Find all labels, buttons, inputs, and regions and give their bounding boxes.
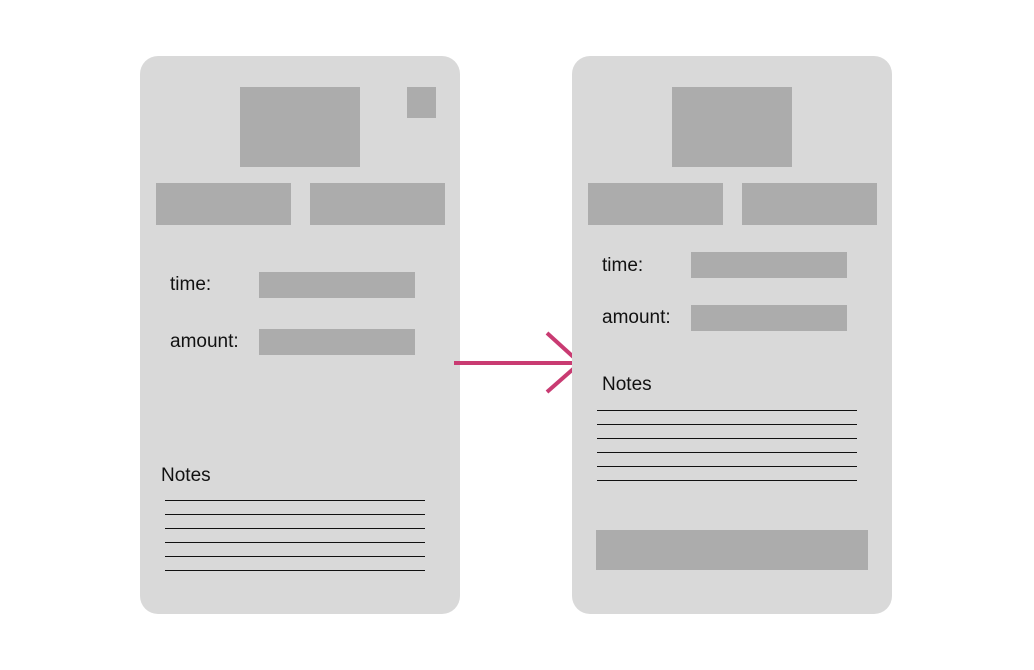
right-screen: time: amount: Notes (572, 56, 892, 614)
left-time-label: time: (170, 274, 212, 295)
left-note-line (165, 514, 425, 515)
left-button-placeholder-2[interactable] (310, 183, 445, 225)
left-note-line (165, 570, 425, 571)
left-button-placeholder-1[interactable] (156, 183, 291, 225)
left-note-line (165, 500, 425, 501)
right-note-line (597, 480, 857, 481)
right-time-field[interactable] (691, 252, 847, 278)
left-time-field[interactable] (259, 272, 415, 298)
right-note-line (597, 424, 857, 425)
left-amount-field[interactable] (259, 329, 415, 355)
right-note-line (597, 452, 857, 453)
right-bottom-button-placeholder[interactable] (596, 530, 868, 570)
right-notes-label: Notes (602, 374, 652, 395)
right-amount-label: amount: (602, 307, 671, 328)
right-note-line (597, 466, 857, 467)
left-corner-icon-placeholder[interactable] (407, 87, 436, 118)
right-button-placeholder-2[interactable] (742, 183, 877, 225)
left-notes-label: Notes (161, 465, 211, 486)
right-button-placeholder-1[interactable] (588, 183, 723, 225)
left-note-line (165, 542, 425, 543)
transition-arrow-icon (454, 331, 584, 394)
left-screen: time: amount: Notes (140, 56, 460, 614)
right-time-label: time: (602, 255, 644, 276)
left-note-line (165, 556, 425, 557)
right-amount-field[interactable] (691, 305, 847, 331)
left-image-placeholder (240, 87, 360, 167)
right-note-line (597, 438, 857, 439)
left-amount-label: amount: (170, 331, 239, 352)
right-note-line (597, 410, 857, 411)
left-note-line (165, 528, 425, 529)
right-image-placeholder (672, 87, 792, 167)
